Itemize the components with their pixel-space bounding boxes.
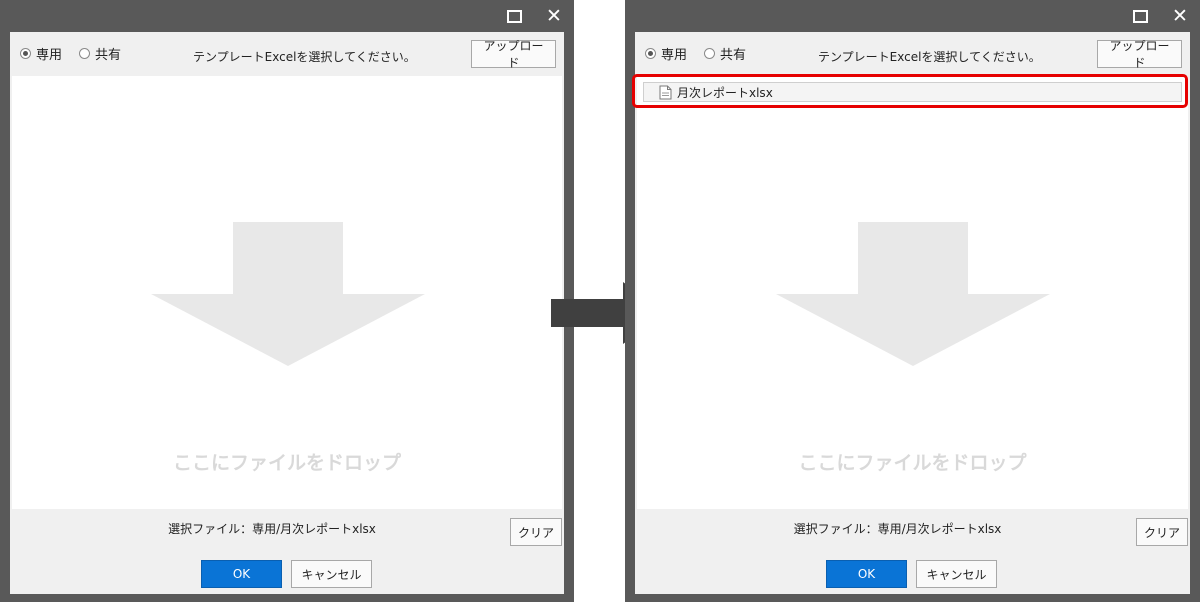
radio-dedicated[interactable]: 専用 bbox=[20, 44, 62, 63]
radio-button-icon bbox=[79, 48, 90, 59]
dialog-body: 専用 共有 テンプレートExcelを選択してください。 アップロード ここにファ… bbox=[10, 32, 564, 594]
radio-dedicated-label: 専用 bbox=[661, 48, 688, 63]
upload-button[interactable]: アップロード bbox=[1097, 39, 1182, 70]
highlight-box bbox=[632, 74, 1188, 108]
radio-dedicated[interactable]: 専用 bbox=[645, 44, 687, 63]
radio-button-icon bbox=[645, 48, 656, 59]
instruction-text: テンプレートExcelを選択してください。 bbox=[818, 50, 1041, 64]
radio-shared[interactable]: 共有 bbox=[704, 44, 746, 63]
selected-file-text: 選択ファイル：専用/月次レポートxlsx bbox=[793, 522, 1002, 536]
upload-button[interactable]: アップロード bbox=[471, 39, 556, 70]
instruction-text: テンプレートExcelを選択してください。 bbox=[193, 50, 416, 64]
radio-shared-label: 共有 bbox=[720, 48, 747, 63]
maximize-button[interactable] bbox=[1120, 0, 1160, 32]
maximize-icon bbox=[506, 9, 522, 23]
ok-button[interactable]: OK bbox=[826, 560, 907, 588]
close-icon: ✕ bbox=[1172, 4, 1188, 27]
close-icon: ✕ bbox=[546, 4, 562, 27]
title-bar: ✕ bbox=[0, 0, 574, 32]
dialog-body: 専用 共有 テンプレートExcelを選択してください。 アップロード 月次レポー… bbox=[635, 32, 1190, 594]
clear-button[interactable]: クリア bbox=[510, 518, 562, 546]
cancel-button[interactable]: キャンセル bbox=[916, 560, 997, 588]
radio-shared-label: 共有 bbox=[95, 48, 122, 63]
ok-button[interactable]: OK bbox=[201, 560, 282, 588]
clear-button[interactable]: クリア bbox=[1136, 518, 1188, 546]
radio-button-icon bbox=[20, 48, 31, 59]
drop-hint: ここにファイルをドロップ bbox=[172, 452, 401, 474]
selected-file-text: 選択ファイル：専用/月次レポートxlsx bbox=[168, 522, 376, 536]
drop-zone[interactable]: 月次レポートxlsx ここにファイルをドロップ bbox=[637, 76, 1188, 509]
down-arrow-icon bbox=[776, 222, 1050, 366]
close-button[interactable]: ✕ bbox=[534, 0, 574, 32]
maximize-button[interactable] bbox=[494, 0, 534, 32]
drop-zone[interactable]: ここにファイルをドロップ bbox=[12, 76, 562, 509]
title-bar: ✕ bbox=[625, 0, 1200, 32]
drop-hint: ここにファイルをドロップ bbox=[798, 452, 1027, 474]
maximize-icon bbox=[1132, 9, 1148, 23]
radio-dedicated-label: 専用 bbox=[36, 48, 63, 63]
radio-button-icon bbox=[704, 48, 715, 59]
close-button[interactable]: ✕ bbox=[1160, 0, 1200, 32]
radio-shared[interactable]: 共有 bbox=[79, 44, 121, 63]
down-arrow-icon bbox=[151, 222, 425, 366]
dialog-before: ✕ 専用 共有 テンプレートExcelを選択してください。 アップロード ここに… bbox=[0, 0, 574, 602]
toolbar: 専用 共有 テンプレートExcelを選択してください。 アップロード bbox=[10, 32, 564, 76]
toolbar: 専用 共有 テンプレートExcelを選択してください。 アップロード bbox=[635, 32, 1190, 76]
cancel-button[interactable]: キャンセル bbox=[291, 560, 372, 588]
